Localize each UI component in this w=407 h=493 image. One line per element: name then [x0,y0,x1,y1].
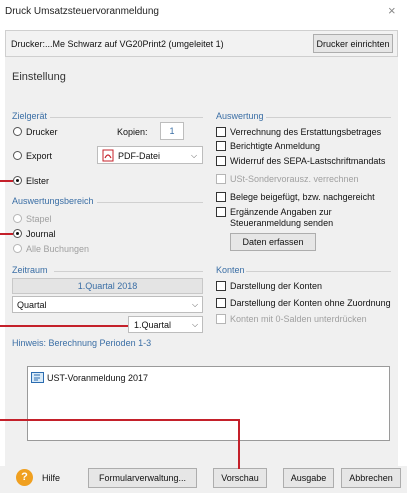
radio-drucker-label: Drucker [26,127,58,137]
checkbox-label: USt-Sondervorausz. verrechnen [230,174,359,184]
kopien-input[interactable]: 1 [160,122,184,140]
vorschau-button[interactable]: Vorschau [213,468,267,488]
annotation-line [0,233,13,235]
radio-elster[interactable] [13,176,22,185]
annotation-line [0,325,128,327]
checkbox-label: Belege beigefügt, bzw. nachgereicht [230,192,375,202]
checkbox-ergaenzende[interactable] [216,207,226,217]
section-title-zeitraum: Zeitraum [12,265,48,275]
checkbox-verrechnung[interactable] [216,127,226,137]
list-item[interactable]: UST-Voranmeldung 2017 [47,373,148,383]
section-title-konten: Konten [216,265,245,275]
zeitraum-display: 1.Quartal 2018 [12,278,203,294]
chevron-down-icon: ⌵ [191,151,198,160]
close-icon[interactable]: × [388,3,396,18]
hilfe-label[interactable]: Hilfe [42,473,60,483]
section-divider [97,202,203,203]
annotation-line [0,180,13,182]
document-icon [31,372,44,383]
checkbox-label: Konten mit 0-Salden unterdrücken [230,314,367,324]
chevron-down-icon: ⌵ [192,320,199,329]
printer-setup-button[interactable]: Drucker einrichten [313,34,393,53]
formularverwaltung-button[interactable]: Formularverwaltung... [88,468,197,488]
form-list[interactable]: UST-Voranmeldung 2017 [27,366,390,441]
radio-alle-buchungen[interactable] [13,244,22,253]
section-title-auswertung: Auswertung [216,111,264,121]
abbrechen-button[interactable]: Abbrechen [341,468,401,488]
annotation-line [238,419,240,469]
radio-stapel-label: Stapel [26,214,52,224]
ausgabe-button[interactable]: Ausgabe [283,468,334,488]
radio-elster-label: Elster [26,176,50,186]
export-format-select[interactable]: PDF-Datei ⌵ [97,146,203,164]
radio-alle-label: Alle Buchungen [26,244,90,254]
title-bar: Druck Umsatzsteuervoranmeldung × [0,0,407,24]
checkbox-label: Verrechnung des Erstattungsbetrages [230,127,382,137]
checkbox-berichtigte[interactable] [216,141,226,151]
checkbox-label: Darstellung der Konten ohne Zuordnung [230,298,391,308]
hinweis-text: Hinweis: Berechnung Perioden 1-3 [12,338,152,348]
window-title: Druck Umsatzsteuervoranmeldung [5,6,159,17]
checkbox-belege[interactable] [216,192,226,202]
period-type-select[interactable]: Quartal ⌵ [12,296,203,313]
kopien-label: Kopien: [117,127,148,137]
checkbox-null-salden[interactable] [216,314,226,324]
section-title-auswertungsbereich: Auswertungsbereich [12,196,94,206]
pdf-icon [102,149,114,162]
radio-export-label: Export [26,151,53,161]
period-value: 1.Quartal [134,320,172,330]
chevron-down-icon: ⌵ [192,300,199,309]
checkbox-label: Darstellung der Konten [230,281,323,291]
section-divider [54,271,203,272]
checkbox-sepa-widerruf[interactable] [216,156,226,166]
radio-export[interactable] [13,151,22,160]
checkbox-konten-ohne-zuordnung[interactable] [216,298,226,308]
checkbox-label-line2: Steueranmeldung senden [230,218,334,228]
section-title-zielgeraet: Zielgerät [12,111,48,121]
checkbox-label: Widerruf des SEPA-Lastschriftmandats [230,156,386,166]
daten-erfassen-button[interactable]: Daten erfassen [230,233,316,251]
radio-journal[interactable] [13,229,22,238]
printer-label: Drucker:...Me Schwarz auf VG20Print2 (um… [11,39,224,49]
printer-bar: Drucker:...Me Schwarz auf VG20Print2 (um… [5,30,398,57]
radio-journal-label: Journal [26,229,56,239]
checkbox-label: Ergänzende Angaben zur [230,207,332,217]
section-divider [246,271,391,272]
section-divider [50,117,203,118]
page-heading: Einstellung [12,71,66,83]
radio-stapel[interactable] [13,214,22,223]
section-divider [266,117,391,118]
export-format-value: PDF-Datei [118,151,161,161]
checkbox-darstellung-konten[interactable] [216,281,226,291]
period-value-select[interactable]: 1.Quartal ⌵ [128,316,203,333]
annotation-line [0,419,240,421]
help-icon[interactable]: ? [16,469,33,486]
checkbox-label: Berichtigte Anmeldung [230,141,321,151]
radio-drucker[interactable] [13,127,22,136]
checkbox-ust-sondervorausz[interactable] [216,174,226,184]
period-type-value: Quartal [17,300,47,310]
